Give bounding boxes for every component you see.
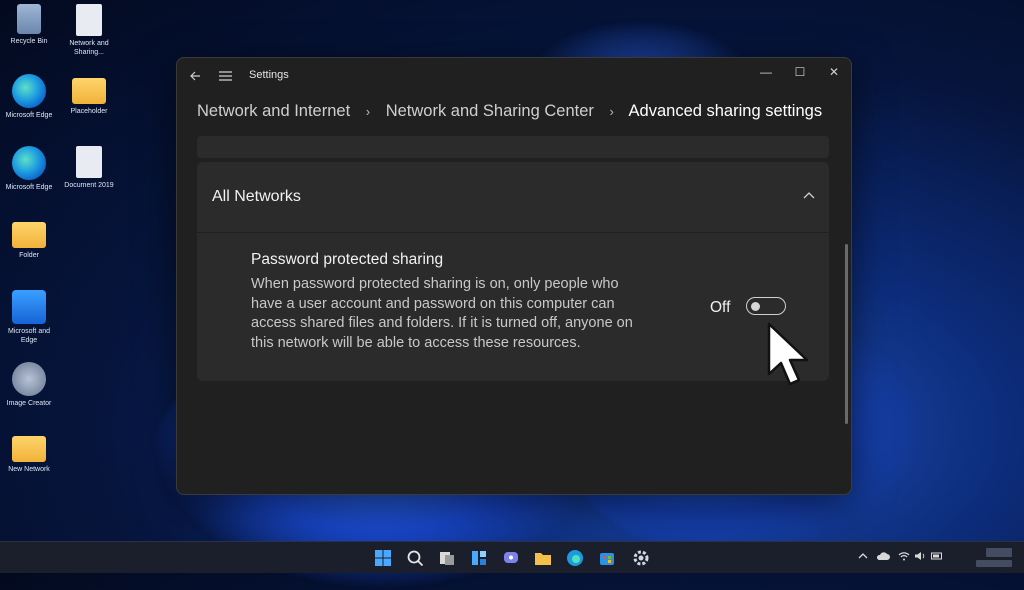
toggle-state-label: Off (710, 299, 731, 316)
battery-icon[interactable] (931, 551, 943, 561)
wifi-icon[interactable] (898, 551, 910, 561)
desktop-icon-label: Network and Sharing... (69, 40, 109, 56)
scrollbar[interactable] (845, 244, 848, 424)
chat-icon[interactable] (502, 549, 520, 567)
toggle-knob (751, 301, 760, 311)
desktop-icon-label: Placeholder (70, 108, 108, 115)
desktop-icon[interactable]: Microsoft Edge (1, 74, 57, 129)
edge-icon (12, 146, 46, 180)
folder-icon (72, 78, 106, 104)
mouse-pointer-icon (767, 322, 809, 386)
desktop-icon[interactable]: Microsoft and Edge (1, 290, 57, 345)
breadcrumb-item-network-internet[interactable]: Network and Internet (197, 102, 350, 120)
back-arrow-icon[interactable] (183, 64, 207, 88)
folder-icon (12, 222, 46, 248)
window-title: Settings (249, 69, 289, 81)
breadcrumb-separator: › (609, 104, 614, 119)
desktop-icon[interactable]: New Network (1, 432, 57, 483)
desktop-icon[interactable]: Document 2019 (61, 146, 117, 199)
edge-icon[interactable] (566, 549, 584, 567)
system-clock[interactable] (952, 547, 1012, 567)
setting-description: When password protected sharing is on, o… (251, 276, 633, 351)
section-title: All Networks (212, 188, 301, 205)
hamburger-menu-icon[interactable] (213, 64, 237, 88)
minimize-button[interactable]: — (749, 58, 783, 88)
file-explorer-icon[interactable] (534, 549, 552, 567)
desktop-icon[interactable]: Placeholder (61, 74, 117, 125)
store-icon[interactable] (598, 549, 616, 567)
bin-icon (17, 4, 41, 34)
doc-icon (76, 146, 102, 178)
task-view-icon[interactable] (438, 549, 456, 567)
desktop-icon-label: Image Creator (6, 400, 52, 407)
breadcrumb-separator: › (365, 104, 371, 119)
all-networks-section-header[interactable]: All Networks (197, 162, 829, 232)
volume-icon[interactable] (914, 551, 926, 561)
breadcrumb-current: Advanced sharing settings (628, 102, 823, 120)
chevron-up-icon[interactable] (858, 551, 868, 561)
folder-icon (12, 436, 46, 462)
breadcrumb: Network and Internet › Network and Shari… (197, 102, 822, 121)
desktop-icon-label: Microsoft Edge (5, 184, 53, 191)
cloud-icon[interactable] (876, 551, 890, 561)
breadcrumb-item-sharing-center[interactable]: Network and Sharing Center (386, 102, 594, 120)
desktop-icon-label: Microsoft Edge (5, 112, 53, 119)
chevron-up-icon[interactable] (803, 190, 815, 202)
desktop-icon[interactable]: Microsoft Edge (1, 146, 57, 201)
desktop-icon-label: Microsoft and Edge (7, 328, 51, 344)
desktop-icon-label: New Network (8, 466, 50, 473)
setting-title: Password protected sharing (251, 251, 444, 268)
desktop-icon[interactable]: Recycle Bin (1, 4, 57, 55)
tool-icon (12, 362, 46, 396)
title-bar: Settings — ☐ ✕ (177, 58, 851, 94)
taskbar (0, 541, 1024, 573)
widgets-icon[interactable] (470, 549, 488, 567)
previous-section-edge (197, 136, 829, 158)
desktop-icon[interactable]: Network and Sharing... (61, 4, 117, 57)
password-sharing-setting: Password protected sharing When password… (197, 233, 829, 381)
desktop-icon-label: Recycle Bin (10, 38, 48, 45)
app-icon (12, 290, 46, 324)
desktop-icon[interactable]: Image Creator (1, 362, 57, 417)
doc-icon (76, 4, 102, 36)
start-icon[interactable] (374, 549, 392, 567)
settings-window: Settings — ☐ ✕ Network and Internet › Ne… (176, 57, 852, 495)
search-icon[interactable] (406, 549, 424, 567)
maximize-button[interactable]: ☐ (783, 58, 817, 88)
desktop-icon-label: Document 2019 (64, 182, 114, 189)
close-button[interactable]: ✕ (817, 58, 851, 88)
password-sharing-toggle[interactable] (746, 297, 786, 315)
settings-icon[interactable] (632, 549, 650, 567)
desktop-icon[interactable]: Folder (1, 218, 57, 269)
edge-icon (12, 74, 46, 108)
desktop-icon-label: Folder (19, 252, 39, 259)
